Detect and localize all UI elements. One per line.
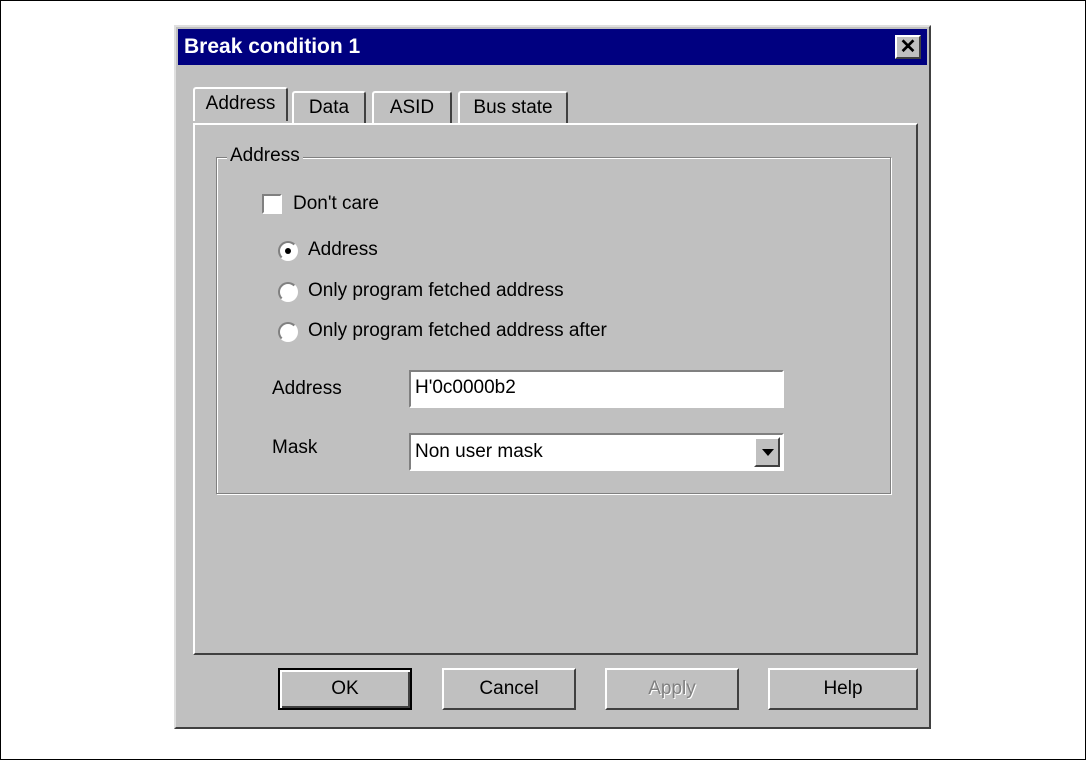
mask-select[interactable]: Non user mask <box>409 433 784 471</box>
mask-field-label: Mask <box>272 437 318 458</box>
close-icon[interactable]: ✕ <box>895 35 921 59</box>
radio-address[interactable] <box>278 241 298 261</box>
tab-bus-state[interactable]: Bus state <box>458 91 568 125</box>
title-bar[interactable]: Break condition 1 ✕ <box>178 29 927 65</box>
dont-care-label[interactable]: Don't care <box>293 193 379 215</box>
help-button[interactable]: Help <box>768 668 918 710</box>
radio-only-program-fetched-label[interactable]: Only program fetched address <box>308 280 564 302</box>
ok-button[interactable]: OK <box>278 668 412 710</box>
address-input[interactable]: H'0c0000b2 <box>409 370 784 408</box>
break-condition-dialog: Break condition 1 ✕ Address Data ASID Bu… <box>174 25 931 729</box>
group-title: Address <box>227 145 303 167</box>
chevron-down-icon[interactable] <box>754 437 780 467</box>
radio-address-label[interactable]: Address <box>308 239 378 261</box>
radio-only-program-fetched-after[interactable] <box>278 322 298 342</box>
dialog-title: Break condition 1 <box>184 35 361 58</box>
cancel-button[interactable]: Cancel <box>442 668 576 710</box>
apply-button[interactable]: Apply <box>605 668 739 710</box>
radio-only-program-fetched[interactable] <box>278 282 298 302</box>
dont-care-checkbox[interactable] <box>262 194 282 214</box>
tab-address[interactable]: Address <box>193 87 288 121</box>
tab-asid[interactable]: ASID <box>372 91 452 125</box>
address-field-label: Address <box>272 378 342 399</box>
tab-data[interactable]: Data <box>292 91 366 125</box>
radio-only-program-fetched-after-label[interactable]: Only program fetched address after <box>308 320 607 342</box>
radio-selected-dot <box>285 248 291 254</box>
mask-selected-value: Non user mask <box>415 441 543 462</box>
